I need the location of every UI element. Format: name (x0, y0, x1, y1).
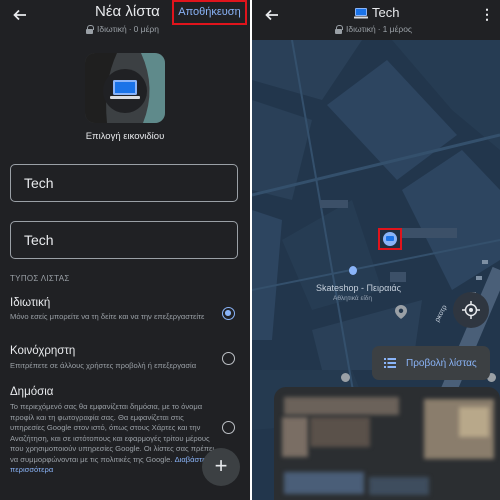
saved-place-marker[interactable] (378, 228, 402, 250)
poi-marker-icon[interactable] (341, 373, 350, 382)
laptop-icon (354, 7, 368, 18)
redacted-photo (369, 477, 429, 495)
radio-shared[interactable] (222, 352, 235, 365)
icon-picker[interactable] (85, 53, 165, 123)
option-shared-description: Επιτρέπετε σε άλλους χρήστες προβολή ή ε… (10, 361, 197, 370)
list-header: Tech Ιδιωτική · 1 μέρος ⋮ (252, 0, 500, 40)
list-meta: Ιδιωτική · 1 μέρος (335, 24, 412, 34)
add-place-button[interactable]: + (202, 448, 240, 486)
meta-separator: · (377, 24, 381, 34)
list-icon (384, 358, 396, 368)
list-view-label: Προβολή λίστας (406, 357, 477, 369)
radio-private[interactable] (222, 307, 235, 320)
list-map-screen: Tech Ιδιωτική · 1 μέρος ⋮ Skateshop - Πε… (252, 0, 500, 500)
redacted-photo (284, 397, 399, 415)
list-title: Tech (372, 5, 400, 20)
privacy-label: Ιδιωτική (346, 24, 376, 34)
place-count: 0 μέρη (133, 24, 159, 34)
save-button[interactable]: Αποθήκευση (172, 0, 247, 25)
laptop-icon (85, 53, 165, 123)
option-private-description: Μόνο εσείς μπορείτε να τη δείτε και να τ… (10, 312, 205, 321)
my-location-icon (462, 301, 480, 319)
list-title-row: Tech (354, 5, 399, 20)
laptop-icon (383, 232, 397, 246)
page-title: Νέα λίστα (95, 3, 160, 20)
lock-icon (335, 25, 343, 34)
icon-picker-label: Επιλογή εικονιδίου (85, 131, 165, 142)
lock-icon (86, 25, 94, 34)
back-arrow-icon[interactable] (261, 4, 283, 26)
back-arrow-icon[interactable] (9, 4, 31, 26)
list-description-field[interactable]: Tech (10, 221, 238, 259)
redacted-photo (459, 407, 489, 437)
list-meta: Ιδιωτική · 0 μέρη (86, 24, 159, 34)
list-view-button[interactable]: Προβολή λίστας (372, 346, 490, 380)
option-public-description: Το περιεχόμενό σας θα εμφανίζεται δημόσι… (10, 402, 220, 476)
redacted-photo (282, 417, 308, 457)
option-public-title: Δημόσια (10, 386, 54, 398)
option-shared-title: Κοινόχρηστη (10, 345, 76, 357)
redacted-photo (310, 417, 370, 447)
poi-marker-icon[interactable] (349, 266, 357, 275)
more-vert-icon[interactable]: ⋮ (479, 4, 495, 24)
plus-icon: + (214, 453, 228, 478)
meta-separator: · (128, 24, 132, 34)
new-list-screen: Νέα λίστα Ιδιωτική · 0 μέρη Αποθήκευση Ε… (0, 0, 250, 500)
poi-name[interactable]: Skateshop - Πειραιάς (316, 283, 401, 293)
redacted-photo (284, 472, 364, 494)
poi-pin-icon[interactable] (395, 305, 407, 319)
option-private-title: Ιδιωτική (10, 297, 51, 309)
place-card-sheet[interactable] (274, 387, 500, 500)
list-type-heading: ΤΥΠΟΣ ΛΙΣΤΑΣ (10, 274, 70, 283)
place-count: 1 μέρος (382, 24, 413, 34)
radio-public[interactable] (222, 421, 235, 434)
list-name-field[interactable]: Tech (10, 164, 238, 202)
poi-category: Αθλητικά είδη (333, 295, 373, 302)
my-location-button[interactable] (453, 292, 489, 328)
privacy-label: Ιδιωτική (97, 24, 127, 34)
